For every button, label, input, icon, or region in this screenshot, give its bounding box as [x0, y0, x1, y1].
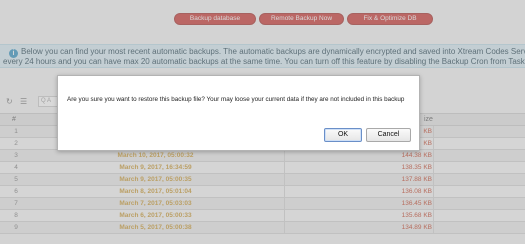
cancel-button[interactable]: Cancel	[366, 128, 411, 142]
backups-page: Backup database Remote Backup Now Fix & …	[0, 0, 525, 244]
ok-button[interactable]: OK	[324, 128, 362, 142]
confirm-restore-dialog: Are you sure you want to restore this ba…	[57, 75, 420, 151]
dialog-message: Are you sure you want to restore this ba…	[67, 96, 405, 103]
